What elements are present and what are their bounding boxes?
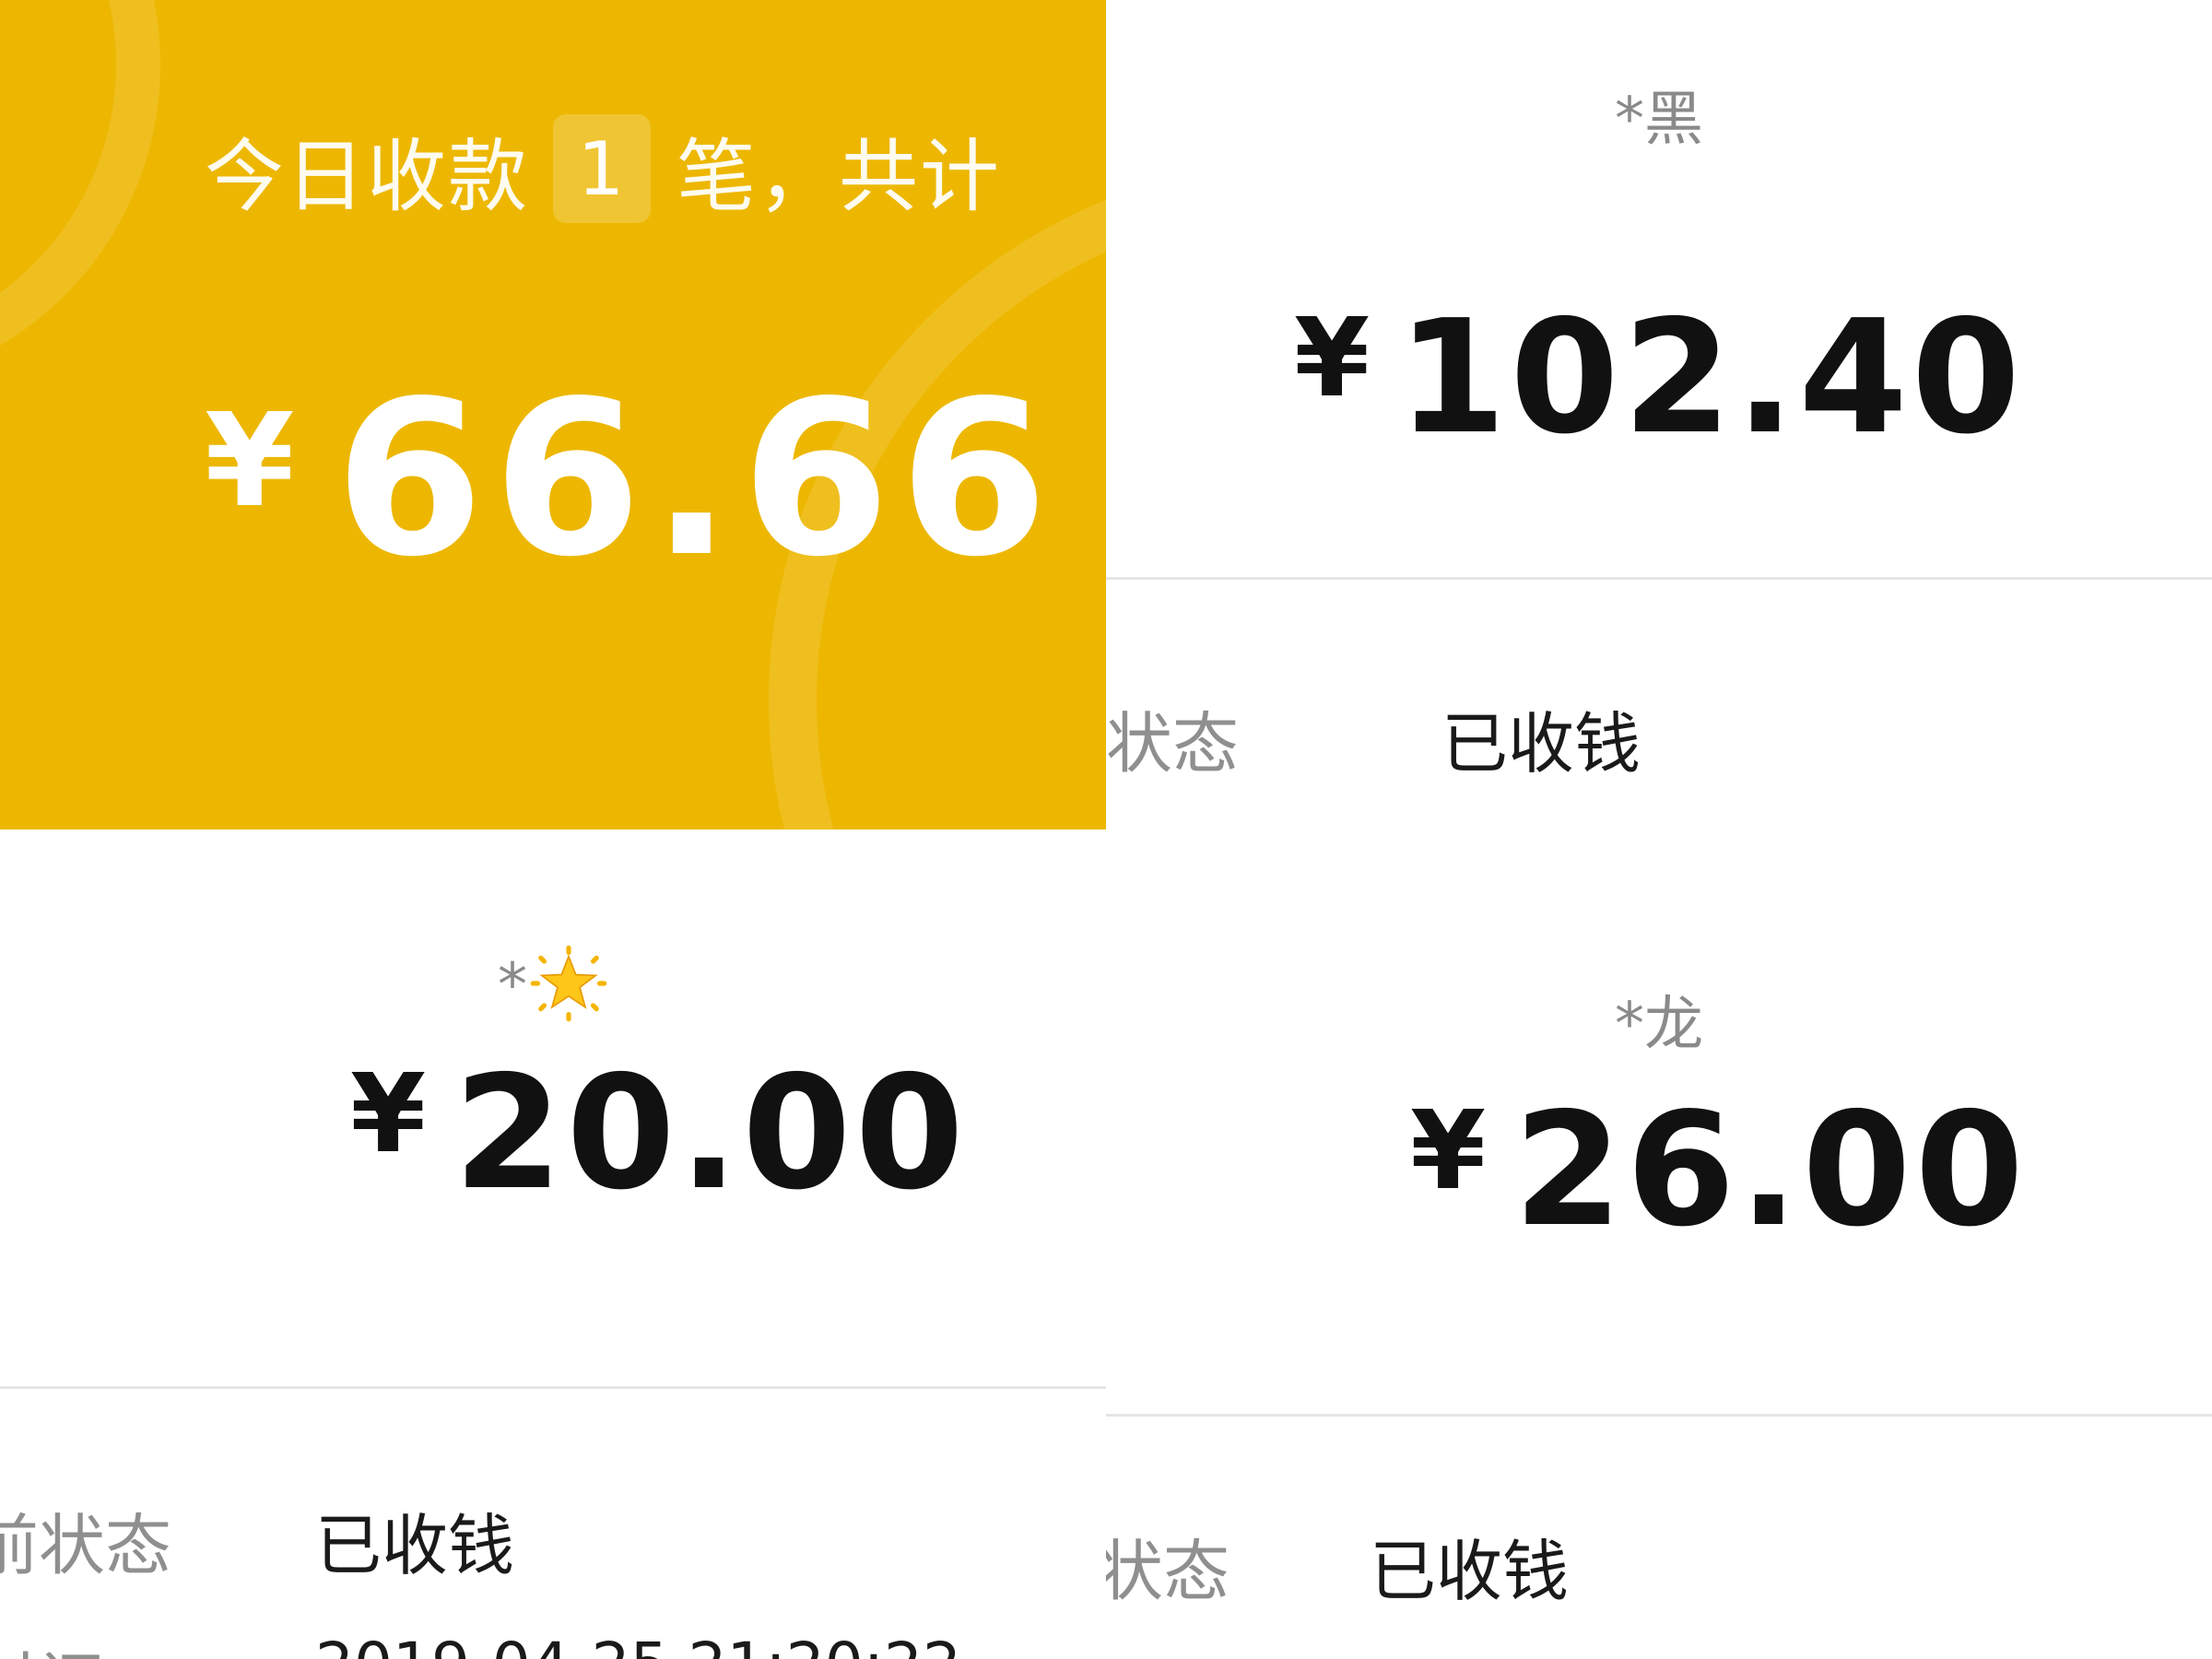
status-label: 状态 (1106, 705, 1240, 782)
divider (1106, 577, 2212, 580)
summary-total-value: 66.66 (335, 355, 1058, 604)
payer-name: * (0, 945, 1106, 1029)
receipt-card: * ¥ 20.00 前状态 已收钱 时间 2019-04-25 21:20:22 (0, 830, 1106, 1659)
status-label: 状态 (1106, 1533, 1230, 1610)
summary-suffix: 笔，共计 (677, 130, 1001, 223)
divider (0, 1386, 1106, 1389)
status-value: 已收钱 (1441, 705, 1641, 782)
currency-symbol: ¥ (1410, 1087, 1487, 1214)
currency-symbol: ¥ (205, 385, 295, 536)
summary-count-badge: 1 (553, 114, 651, 223)
receipt-amount-value: 102.40 (1397, 287, 2025, 469)
receipt-amount: ¥ 20.00 (0, 1041, 1106, 1226)
status-label: 前状态 (0, 1507, 172, 1584)
receipt-amount-value: 20.00 (453, 1042, 968, 1225)
time-label: 时间 (0, 1630, 105, 1659)
summary-card: 今日收款 1 笔，共计 ¥ 66.66 (0, 0, 1106, 830)
status-value: 已收钱 (315, 1507, 515, 1584)
summary-count-line: 今日收款 1 笔，共计 (205, 114, 1001, 223)
currency-symbol: ¥ (350, 1050, 427, 1177)
divider (1106, 1414, 2212, 1417)
star-shape (539, 954, 598, 1009)
receipt-amount: ¥ 102.40 (1106, 276, 2212, 479)
currency-symbol: ¥ (1293, 294, 1371, 421)
payer-prefix: * (498, 951, 527, 1020)
receipt-card: *黑 ¥ 102.40 状态 已收钱 (1106, 0, 2212, 830)
summary-total: ¥ 66.66 (205, 355, 1057, 604)
status-value: 已收钱 (1370, 1533, 1570, 1610)
time-value: 2019-04-25 21:20:22 (315, 1630, 961, 1659)
receipt-card: *龙 ¥ 26.00 状态 已收钱 (1106, 830, 2212, 1659)
star-emoji-icon (530, 945, 607, 1022)
receipt-amount-value: 26.00 (1513, 1079, 2028, 1262)
summary-prefix: 今日收款 (205, 130, 529, 223)
receipt-amount: ¥ 26.00 (1106, 1078, 2212, 1263)
payer-name: *龙 (1615, 991, 1703, 1059)
payer-name: *黑 (1615, 86, 1703, 154)
